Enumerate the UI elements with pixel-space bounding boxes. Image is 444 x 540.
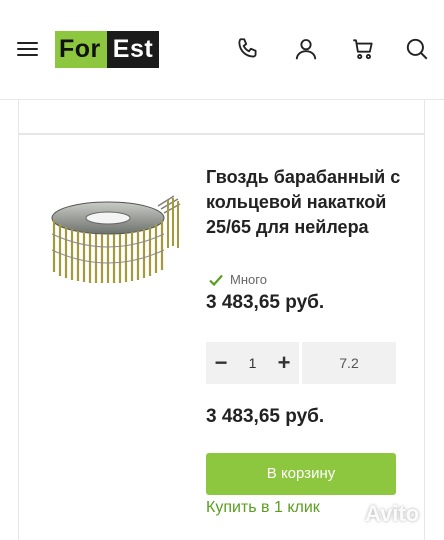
avito-watermark: Avito — [336, 501, 419, 527]
decrement-button[interactable]: − — [206, 342, 236, 384]
total-price: 3 483,65 руб. — [206, 406, 325, 427]
divider — [18, 134, 425, 135]
spacer-block — [18, 100, 425, 134]
stock-status: Много — [208, 272, 267, 287]
logo-est-text: Est — [106, 31, 160, 68]
increment-button[interactable]: + — [269, 342, 299, 384]
product-title[interactable]: Гвоздь барабанный с кольцевой накаткой 2… — [206, 165, 416, 240]
search-icon[interactable] — [404, 36, 430, 62]
quantity-stepper: − 1 + — [206, 342, 299, 384]
user-icon[interactable] — [293, 36, 319, 62]
cart-icon[interactable] — [350, 36, 376, 62]
stock-label: Много — [230, 272, 267, 287]
buy-one-click-link[interactable]: Купить в 1 клик — [206, 499, 320, 517]
site-header: For Est — [0, 0, 444, 100]
watermark-text: Avito — [365, 501, 420, 526]
phone-icon[interactable] — [235, 36, 261, 62]
avito-logo-icon — [339, 505, 359, 524]
product-image[interactable] — [46, 190, 186, 290]
add-to-cart-button[interactable]: В корзину — [206, 453, 396, 495]
checkmark-icon — [209, 274, 223, 286]
logo-for-text: For — [55, 31, 107, 68]
menu-icon[interactable] — [17, 40, 38, 58]
unit-price: 3 483,65 руб. — [206, 292, 325, 313]
quantity-value[interactable]: 1 — [236, 355, 269, 371]
site-logo[interactable]: For Est — [55, 31, 160, 68]
unit-amount-field[interactable]: 7.2 — [302, 342, 396, 384]
